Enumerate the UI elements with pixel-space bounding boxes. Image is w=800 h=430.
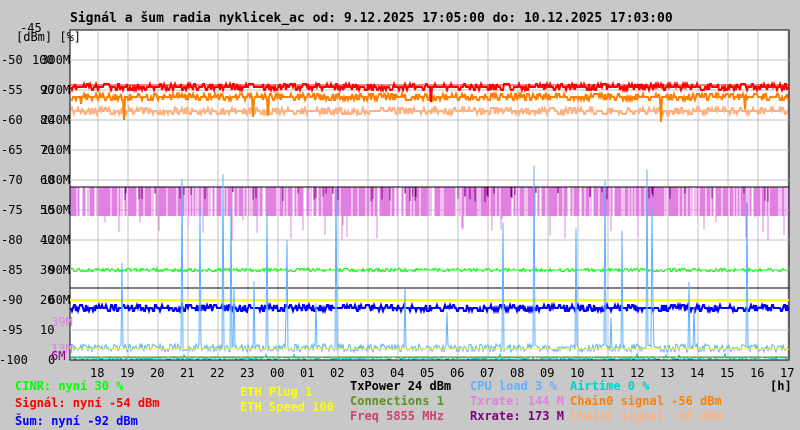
- y-tick-dbm: -45: [20, 21, 42, 35]
- x-tick-label: 11: [600, 366, 615, 380]
- x-tick-label: 08: [510, 366, 525, 380]
- y-tick-dbm: -70: [1, 173, 23, 187]
- x-tick-label: 02: [330, 366, 345, 380]
- x-tick-label: 16: [750, 366, 765, 380]
- legend-eth-plug: ETH Plug 1: [240, 385, 313, 399]
- legend-signal: Signál: nyní -54 dBm: [15, 396, 160, 410]
- y-tick-dbm: -85: [1, 263, 23, 277]
- x-tick-label: 21: [180, 366, 195, 380]
- x-tick-label: 17: [780, 366, 795, 380]
- y-tick-rate: 180M: [41, 173, 71, 187]
- y-tick-dbm: -90: [1, 293, 23, 307]
- x-tick-label: 20: [150, 366, 165, 380]
- y-tick-rate: 60M: [48, 293, 71, 307]
- x-tick-label: 10: [570, 366, 585, 380]
- y-tick-rate: 270M: [41, 83, 71, 97]
- rate-mark-6M: 6M: [51, 349, 66, 363]
- y-tick-dbm: -100: [0, 353, 28, 367]
- y-tick-dbm: -80: [1, 233, 23, 247]
- x-tick-label: 18: [90, 366, 105, 380]
- legend-txpower: TxPower 24 dBm: [350, 379, 452, 393]
- legend-chain1: Chain1 signal -58 dBm: [570, 409, 722, 423]
- x-tick-label: 19: [120, 366, 135, 380]
- y-tick-rate: 120M: [41, 233, 71, 247]
- x-tick-label: 04: [390, 366, 405, 380]
- legend-eth-speed: ETH Speed 100: [240, 400, 334, 414]
- legend-txrate: Txrate: 144 M: [470, 394, 564, 408]
- legend-rxrate: Rxrate: 173 M: [470, 409, 564, 423]
- y-tick-rate: 300M: [41, 53, 71, 67]
- x-tick-label: 01: [300, 366, 315, 380]
- x-tick-label: 00: [270, 366, 285, 380]
- legend-noise: Šum: nyní -92 dBm: [15, 414, 138, 428]
- legend-cpu: CPU load 3 %: [470, 379, 557, 393]
- y-tick-dbm: -60: [1, 113, 23, 127]
- x-unit-label: [h]: [770, 379, 792, 393]
- y-tick-dbm: -50: [1, 53, 23, 67]
- x-tick-label: 03: [360, 366, 375, 380]
- x-tick-label: 07: [480, 366, 495, 380]
- legend-chain0: Chain0 signal -56 dBm: [570, 394, 722, 408]
- x-tick-label: 22: [210, 366, 225, 380]
- legend-freq: Freq 5855 MHz: [350, 409, 444, 423]
- y-tick-rate: 240M: [41, 113, 71, 127]
- x-tick-label: 05: [420, 366, 435, 380]
- y-tick-dbm: -95: [1, 323, 23, 337]
- x-tick-label: 06: [450, 366, 465, 380]
- legend-airtime: Airtime 0 %: [570, 379, 650, 393]
- chart-window: Signál a šum radia nyklicek_ac od: 9.12.…: [0, 0, 800, 430]
- x-tick-label: 15: [720, 366, 735, 380]
- y-tick-dbm: -65: [1, 143, 23, 157]
- y-tick-rate: 150M: [41, 203, 71, 217]
- y-tick-rate: 90M: [48, 263, 71, 277]
- x-tick-label: 14: [690, 366, 705, 380]
- y-tick-dbm: -55: [1, 83, 23, 97]
- x-tick-label: 12: [630, 366, 645, 380]
- rate-mark-39M: 39M: [51, 315, 73, 329]
- x-tick-label: 23: [240, 366, 255, 380]
- x-tick-label: 13: [660, 366, 675, 380]
- legend-connections: Connections 1: [350, 394, 444, 408]
- x-tick-label: 09: [540, 366, 555, 380]
- y-tick-dbm: -75: [1, 203, 23, 217]
- y-tick-rate: 210M: [41, 143, 71, 157]
- legend-cinr: CINR: nyní 30 %: [15, 379, 124, 393]
